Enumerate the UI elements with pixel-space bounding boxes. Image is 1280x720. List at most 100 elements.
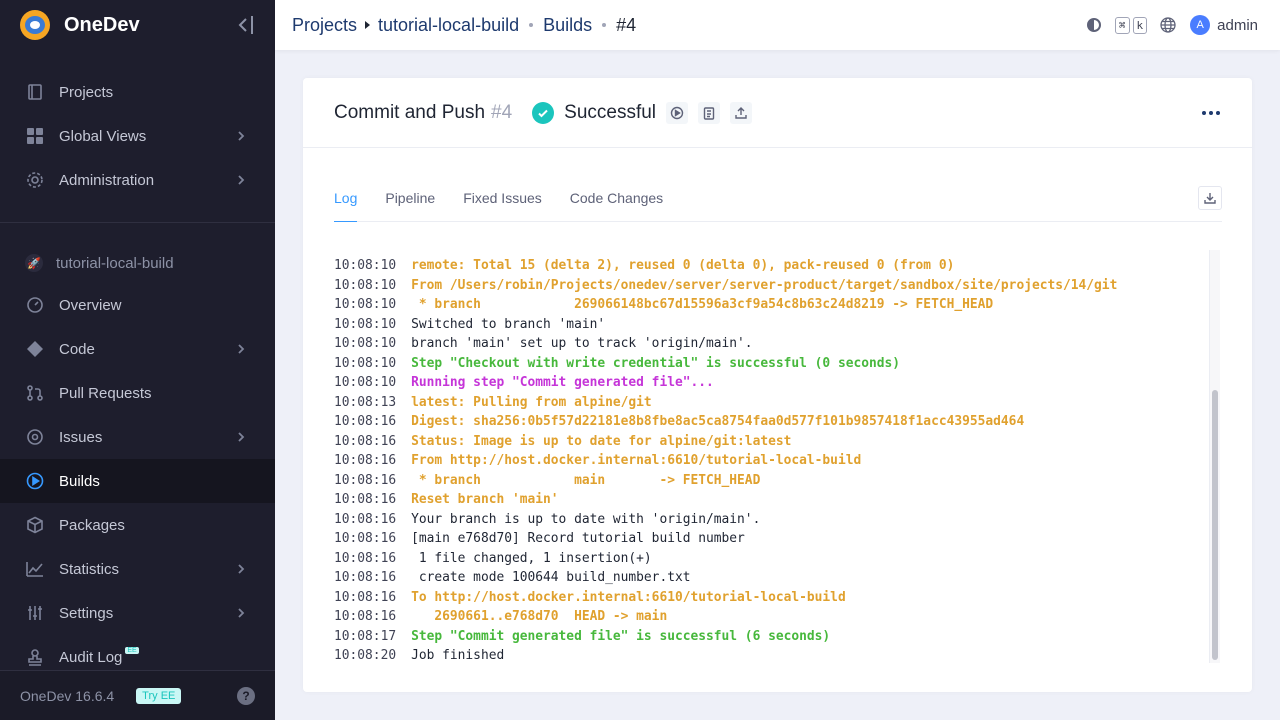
sliders-icon	[25, 603, 45, 623]
sidebar-item-global-views[interactable]: Global Views	[0, 114, 275, 158]
command-key[interactable]: ⌘	[1114, 16, 1130, 34]
sidebar-item-code[interactable]: Code	[0, 327, 275, 371]
sidebar-item-label: Pull Requests	[59, 384, 152, 402]
upload-icon[interactable]	[730, 101, 753, 124]
log-scrollbar[interactable]	[1209, 250, 1220, 663]
log-message: remote: Total 15 (delta 2), reused 0 (de…	[411, 258, 955, 273]
rebuild-button[interactable]	[666, 101, 689, 124]
log-message: * branch 269066148bc67d15596a3cf9a54c8b6…	[411, 297, 994, 312]
log-line: 10:08:20 Job finished	[334, 646, 504, 663]
log-message: Step "Commit generated file" is successf…	[411, 628, 831, 644]
breadcrumb-dot	[529, 23, 534, 27]
log-timestamp: 10:08:10	[334, 297, 397, 312]
log-timestamp: 10:08:16	[334, 453, 397, 468]
log-message: To http://host.docker.internal:6610/tuto…	[411, 589, 846, 605]
dashboard-icon	[25, 295, 45, 315]
log-line: 10:08:16 1 file changed, 1 insertion(+)	[334, 549, 652, 569]
rocket-icon: 🚀	[25, 254, 43, 272]
log-message: [main e768d70] Record tutorial build num…	[411, 531, 745, 546]
tab-fixed-issues[interactable]: Fixed Issues	[463, 178, 542, 222]
clipboard-icon[interactable]	[698, 101, 721, 124]
chevron-right-icon	[238, 432, 245, 442]
sidebar-project[interactable]: 🚀 tutorial-local-build	[25, 252, 174, 274]
sidebar-item-packages[interactable]: Packages	[0, 503, 275, 547]
user-name[interactable]: admin	[1217, 17, 1258, 34]
gear-icon	[25, 170, 45, 190]
collapse-sidebar-icon[interactable]	[235, 13, 255, 37]
log-line: 10:08:10 Running step "Commit generated f…	[334, 373, 714, 393]
help-icon[interactable]: ?	[237, 687, 255, 705]
pull-request-icon	[25, 383, 45, 403]
log-message: * branch main -> FETCH_HEAD	[411, 472, 761, 488]
download-log-button[interactable]	[1198, 186, 1222, 210]
log-line: 10:08:10 Step "Checkout with write creden…	[334, 354, 900, 374]
log-line: 10:08:16 * branch main -> FETCH_HEAD	[334, 471, 760, 491]
breadcrumb-project[interactable]: tutorial-local-build	[378, 15, 519, 36]
tab-code-changes[interactable]: Code Changes	[570, 178, 663, 222]
topbar-actions: ⌘ k A admin	[1086, 0, 1258, 50]
log-timestamp: 10:08:20	[334, 648, 397, 663]
log-timestamp: 10:08:13	[334, 394, 397, 410]
log-timestamp: 10:08:17	[334, 628, 397, 644]
chevron-right-icon	[238, 564, 245, 574]
stamp-icon	[25, 647, 45, 667]
try-ee-button[interactable]: Try EE	[136, 687, 182, 704]
build-card: Commit and Push #4 Successful Log Pipeli…	[303, 78, 1252, 692]
grid-icon	[25, 126, 45, 146]
log-message: latest: Pulling from alpine/git	[411, 394, 652, 410]
log-message: 1 file changed, 1 insertion(+)	[411, 550, 652, 566]
tab-log[interactable]: Log	[334, 178, 358, 222]
log-timestamp: 10:08:16	[334, 472, 397, 488]
log-timestamp: 10:08:16	[334, 589, 397, 605]
sidebar-item-administration[interactable]: Administration	[0, 158, 275, 202]
log-timestamp: 10:08:16	[334, 414, 397, 429]
log-timestamp: 10:08:16	[334, 511, 397, 527]
log-timestamp: 10:08:16	[334, 531, 397, 546]
sidebar-item-label: Global Views	[59, 127, 147, 145]
breadcrumb-builds[interactable]: Builds	[543, 15, 592, 36]
sidebar-item-settings[interactable]: Settings	[0, 591, 275, 635]
sidebar: OneDev Projects Global Views Administrat…	[0, 0, 275, 720]
log-message: Step "Checkout with write credential" is…	[411, 355, 901, 371]
chevron-right-icon	[238, 175, 245, 185]
log-message: create mode 100644 build_number.txt	[411, 570, 691, 585]
k-key[interactable]: k	[1132, 16, 1148, 34]
sidebar-item-projects[interactable]: Projects	[0, 70, 275, 114]
log-scrollbar-thumb[interactable]	[1212, 390, 1218, 660]
chart-icon	[25, 559, 45, 579]
sidebar-item-issues[interactable]: Issues	[0, 415, 275, 459]
sidebar-item-statistics[interactable]: Statistics	[0, 547, 275, 591]
chevron-right-icon	[238, 131, 245, 141]
more-options-icon[interactable]	[1202, 106, 1222, 120]
sidebar-item-builds[interactable]: Builds	[0, 459, 275, 503]
sidebar-item-label: Packages	[59, 516, 125, 534]
log-message: Switched to branch 'main'	[411, 316, 606, 332]
log-line: 10:08:10 remote: Total 15 (delta 2), reus…	[334, 256, 954, 276]
log-message: 2690661..e768d70 HEAD -> main	[411, 609, 668, 624]
log-line: 10:08:16 From http://host.docker.internal…	[334, 451, 861, 471]
brand-name: OneDev	[64, 13, 140, 36]
log-line: 10:08:17 Step "Commit generated file" is …	[334, 627, 830, 647]
sidebar-item-pull-requests[interactable]: Pull Requests	[0, 371, 275, 415]
sidebar-item-label: Audit Log	[59, 648, 123, 666]
log-line: 10:08:10 branch 'main' set up to track 'o…	[334, 334, 753, 354]
log-timestamp: 10:08:10	[334, 355, 397, 371]
log-message: Reset branch 'main'	[411, 492, 559, 507]
breadcrumb-projects[interactable]: Projects	[292, 15, 357, 36]
sidebar-divider	[0, 222, 275, 223]
log-timestamp: 10:08:10	[334, 316, 397, 332]
log-line: 10:08:10 From /Users/robin/Projects/onede…	[334, 276, 1117, 296]
sidebar-item-overview[interactable]: Overview	[0, 283, 275, 327]
globe-icon[interactable]	[1160, 17, 1176, 33]
chevron-right-icon	[238, 344, 245, 354]
avatar[interactable]: A	[1190, 15, 1211, 35]
check-circle-icon	[532, 101, 555, 124]
log-timestamp: 10:08:10	[334, 375, 397, 390]
breadcrumb-dot	[602, 23, 607, 27]
brand[interactable]: OneDev	[0, 0, 275, 50]
log-timestamp: 10:08:16	[334, 492, 397, 507]
log-message: branch 'main' set up to track 'origin/ma…	[411, 336, 753, 351]
issues-icon	[25, 427, 45, 447]
theme-toggle-icon[interactable]	[1086, 18, 1101, 32]
tab-pipeline[interactable]: Pipeline	[385, 178, 435, 222]
